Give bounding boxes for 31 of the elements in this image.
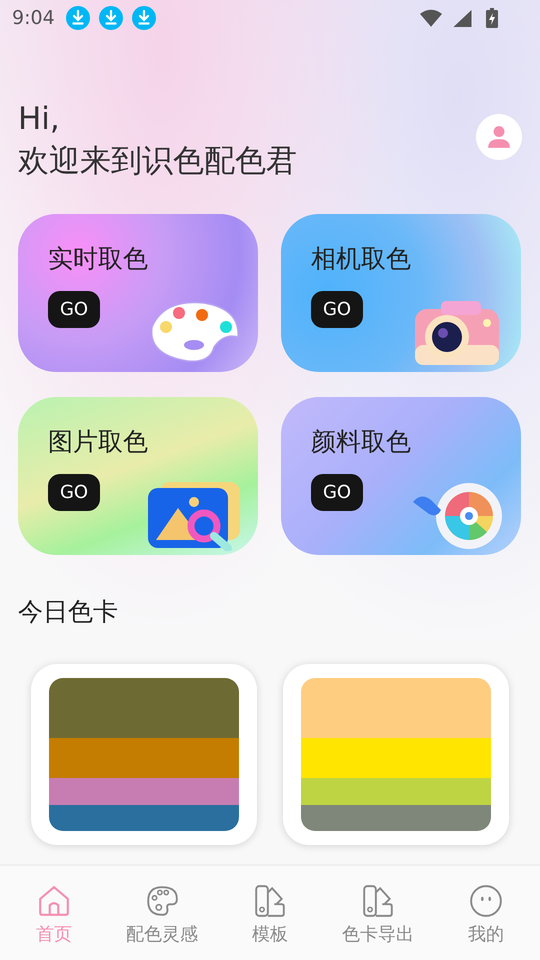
swatch-icon [361,884,395,918]
home-icon [37,884,71,918]
feature-card[interactable]: 图片取色 GO [18,397,258,555]
feature-card[interactable]: 相机取色 GO [281,214,521,372]
go-button[interactable]: GO [311,474,363,511]
welcome-title: 欢迎来到识色配色君 [18,142,298,181]
download-icon [66,6,90,30]
palette-icon [145,884,179,918]
status-time: 9:04 [12,7,55,29]
feature-title: 颜料取色 [311,426,411,458]
go-button[interactable]: GO [48,474,100,511]
feature-title: 相机取色 [311,243,411,275]
feature-title: 图片取色 [48,426,148,458]
feature-card[interactable]: 颜料取色 GO [281,397,521,555]
go-button[interactable]: GO [311,291,363,328]
signal-icon [451,8,473,28]
download-icon [98,6,123,30]
smiley-icon [469,884,503,918]
go-button[interactable]: GO [48,291,100,328]
wifi-icon [420,8,442,28]
swatch-icon [253,884,287,918]
color-card[interactable] [283,664,509,845]
color-card[interactable] [31,664,257,845]
person-icon [486,124,512,150]
avatar-button[interactable] [476,114,522,160]
download-icon [132,6,156,30]
greeting-text: Hi, [18,100,61,139]
section-title: 今日色卡 [17,596,119,628]
feature-card[interactable]: 实时取色 GO [18,214,258,372]
feature-title: 实时取色 [48,243,148,275]
battery-icon [486,8,498,28]
